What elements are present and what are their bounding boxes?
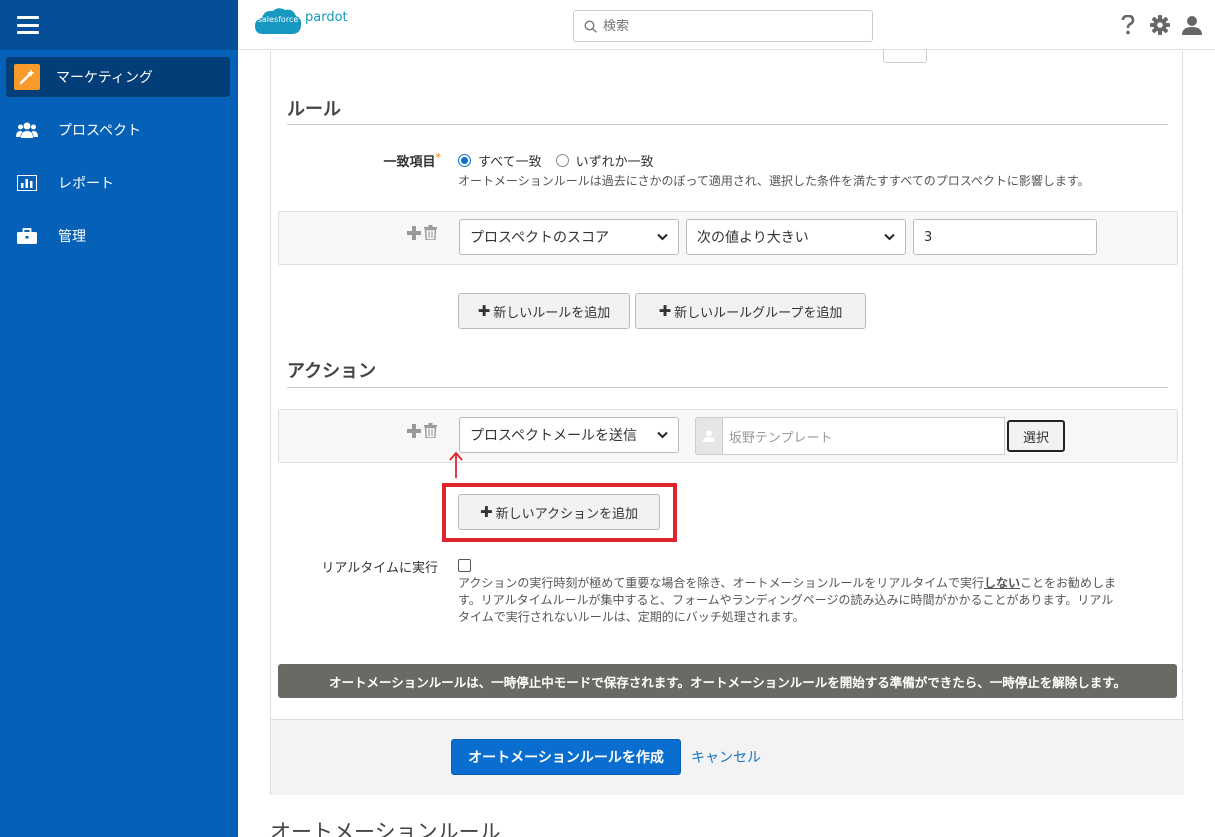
rules-section-title: ルール [287,99,341,120]
select-template-button[interactable]: 選択 [1007,420,1065,452]
realtime-checkbox[interactable] [458,559,471,572]
realtime-help-text-part: ことをお勧めしま [1019,576,1116,590]
realtime-label: リアルタイムに実行 [321,561,438,576]
select-template-label: 選択 [1023,430,1050,446]
magic-wand-icon [14,64,40,90]
rule-operator-select[interactable]: 次の値より大きい [686,219,906,255]
add-action-button[interactable]: ✚ 新しいアクションを追加 [458,494,660,530]
salesforce-cloud-icon: salesforce [253,6,303,38]
sidebar-item-label: レポート [58,176,114,192]
rule-value-input[interactable]: 3 [913,219,1097,255]
divider [287,124,1168,125]
trash-icon[interactable] [424,423,437,438]
rule-field-value: プロスペクトのスコア [470,230,610,246]
action-type-select[interactable]: プロスペクトメールを送信 [459,417,679,453]
briefcase-icon [16,225,38,247]
user-avatar-icon[interactable] [1181,14,1203,36]
paused-mode-banner: オートメーションルールは、一時停止中モードで保存されます。オートメーションルール… [278,664,1177,698]
plus-icon[interactable] [407,423,421,438]
match-radio-group: すべて一致 いずれか一致 [458,151,654,170]
add-rule-label: 新しいルールを追加 [493,305,611,321]
add-action-label: 新しいアクションを追加 [495,506,638,522]
match-help-text: オートメーションルールは過去にさかのぼって適用され、選択した条件を満たすすべての… [458,174,1090,188]
sidebar-item-admin[interactable]: 管理 [6,216,230,256]
logo-cloud-text: salesforce [257,15,299,24]
chevron-down-icon [884,233,895,241]
match-any-label[interactable]: いずれか一致 [576,151,654,170]
plus-icon: ✚ [477,302,491,320]
pardot-logo[interactable]: salesforce pardot [253,6,348,38]
template-input[interactable]: 坂野テンプレート [721,417,1006,455]
sidebar-item-label: プロスペクト [58,123,142,139]
match-label-text: 一致項目 [383,155,436,170]
rule-operator-value: 次の値より大きい [697,230,809,246]
sidebar-item-prospects[interactable]: プロスペクト [6,110,230,150]
plus-icon[interactable] [407,225,421,240]
match-all-label[interactable]: すべて一致 [478,151,542,170]
sidebar-header [0,0,238,50]
rule-field-select[interactable]: プロスペクトのスコア [459,219,679,255]
divider [287,387,1168,388]
rule-row: プロスペクトのスコア 次の値より大きい 3 [278,211,1178,265]
gear-icon[interactable] [1149,14,1171,36]
chevron-down-icon [657,233,668,241]
search-input[interactable] [603,18,863,34]
hamburger-menu-icon[interactable] [17,16,39,34]
rule-row-controls [407,225,437,240]
action-row-controls [407,423,437,438]
create-automation-rule-button[interactable]: オートメーションルールを作成 [451,739,681,775]
sidebar-item-label: マーケティング [56,70,153,86]
action-type-value: プロスペクトメールを送信 [470,428,638,444]
automation-rule-form: ルール 一致項目* すべて一致 いずれか一致 オートメーションルールは過去にさか… [270,49,1184,795]
trash-icon[interactable] [424,225,437,240]
main-content: ルール 一致項目* すべて一致 いずれか一致 オートメーションルールは過去にさか… [238,49,1215,837]
sidebar-item-marketing[interactable]: マーケティング [6,57,230,97]
realtime-help-line-3: タイムで実行されないルールは、定期的にバッチ処理されます。 [458,610,805,624]
top-bar: salesforce pardot [238,0,1215,50]
bar-chart-icon [16,172,38,194]
sidebar-nav: マーケティング プロスペクト レポート 管理 [0,50,238,256]
match-any-radio[interactable] [555,154,569,167]
add-rule-group-button[interactable]: ✚ 新しいルールグループを追加 [635,293,866,329]
realtime-help-text: アクションの実行時刻が極めて重要な場合を除き、オートメーションルールをリアルタイ… [458,575,1178,626]
realtime-help-line-1: アクションの実行時刻が極めて重要な場合を除き、オートメーションルールをリアルタイ… [458,575,1178,592]
match-label: 一致項目* [361,151,441,170]
annotation-arrow-icon [449,451,463,478]
form-control-stub [883,49,927,63]
required-mark: * [435,151,442,164]
match-all-radio[interactable] [458,154,471,167]
template-placeholder: 坂野テンプレート [728,430,833,446]
sidebar: マーケティング プロスペクト レポート 管理 [0,0,238,837]
realtime-help-emphasis: しない [983,576,1020,590]
form-footer: オートメーションルールを作成 キャンセル [271,719,1184,795]
realtime-help-line-2: す。リアルタイムルールが集中すると、フォームやランディングページの読み込みに時間… [458,593,1114,607]
plus-icon: ✚ [658,302,672,320]
search-box[interactable] [573,10,873,42]
template-picker: 坂野テンプレート 選択 [695,417,1065,455]
help-icon[interactable] [1117,14,1139,36]
sidebar-item-reports[interactable]: レポート [6,163,230,203]
action-row: プロスペクトメールを送信 坂野テンプレート 選択 [278,409,1178,463]
add-rule-button[interactable]: ✚ 新しいルールを追加 [458,293,630,329]
cancel-link[interactable]: キャンセル [691,747,761,767]
page-heading: オートメーションルール [270,820,501,837]
user-silhouette-icon [695,417,722,455]
chevron-down-icon [657,431,668,439]
plus-icon: ✚ [480,503,493,521]
search-icon [584,19,597,33]
users-icon [16,119,38,141]
add-rule-group-label: 新しいルールグループを追加 [674,305,843,321]
actions-section-title: アクション [287,361,377,382]
realtime-help-text-part: アクションの実行時刻が極めて重要な場合を除き、オートメーションルールをリアルタイ… [458,576,984,590]
sidebar-item-label: 管理 [58,229,86,245]
top-icons [1117,14,1203,36]
rule-value-text: 3 [924,229,933,245]
logo-product-text: pardot [305,9,348,25]
